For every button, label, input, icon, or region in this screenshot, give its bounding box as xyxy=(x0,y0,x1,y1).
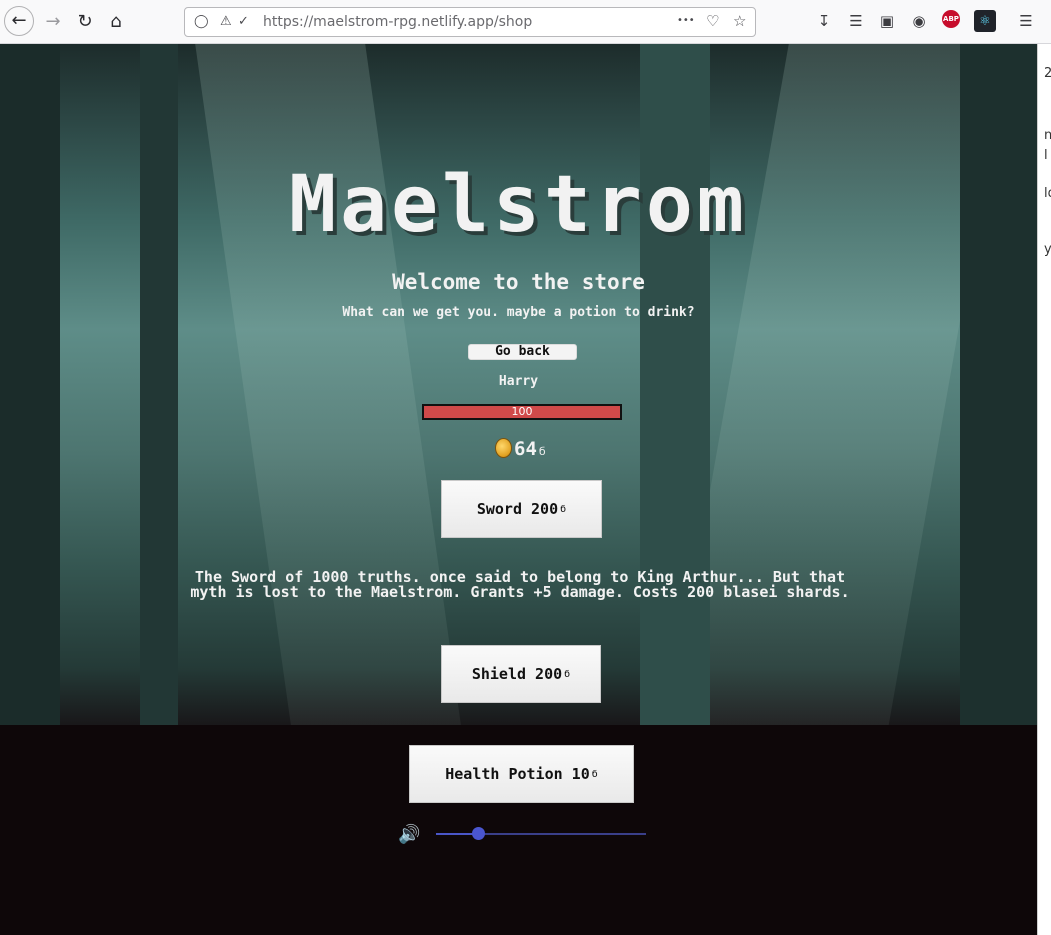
side-window-edge: 2 n l ld y xyxy=(1037,44,1051,935)
sword-description: The Sword of 1000 truths. once said to b… xyxy=(190,568,850,601)
reload-icon[interactable]: ↻ xyxy=(70,7,100,37)
currency-symbol: б xyxy=(538,445,546,458)
forward-arrow-icon[interactable]: → xyxy=(38,7,68,37)
currency-symbol: б xyxy=(591,768,598,780)
browser-toolbar: ← → ↻ ⌂ ◯ ⚠ ✓ https://maelstrom-rpg.netl… xyxy=(0,0,1051,44)
background-tree xyxy=(640,44,710,804)
health-bar: 100 xyxy=(422,404,622,420)
library-icon[interactable]: ☰ xyxy=(845,10,867,32)
game-page: Maelstrom Welcome to the store What can … xyxy=(0,44,1037,935)
pocket-icon[interactable]: ♡ xyxy=(706,12,719,30)
go-back-button[interactable]: Go back xyxy=(468,344,577,360)
volume-control: 🔊 xyxy=(398,824,648,846)
home-icon[interactable]: ⌂ xyxy=(101,7,131,37)
hamburger-menu-icon[interactable]: ☰ xyxy=(1015,10,1037,32)
side-text: l xyxy=(1044,148,1048,163)
store-tagline: What can we get you. maybe a potion to d… xyxy=(342,305,695,320)
page-actions-icon[interactable]: ••• xyxy=(677,15,695,26)
url-text[interactable]: https://maelstrom-rpg.netlify.app/shop xyxy=(263,14,532,30)
currency-symbol: б xyxy=(560,503,567,515)
adblock-plus-icon[interactable]: ABP xyxy=(942,10,960,28)
health-potion-buy-label: Health Potion 10 xyxy=(445,765,590,783)
side-text: n xyxy=(1044,128,1051,143)
game-title: Maelstrom xyxy=(289,160,748,250)
shield-buy-button[interactable]: Shield 200 б xyxy=(441,645,601,703)
react-devtools-icon[interactable]: ⚛ xyxy=(974,10,996,32)
volume-slider[interactable] xyxy=(436,833,646,835)
volume-slider-thumb[interactable] xyxy=(472,827,485,840)
gold-amount: 64 xyxy=(514,438,537,460)
shield-buy-label: Shield 200 xyxy=(471,665,563,683)
coin-icon xyxy=(495,438,512,458)
bookmark-star-icon[interactable]: ☆ xyxy=(733,12,746,30)
health-potion-buy-button[interactable]: Health Potion 10 б xyxy=(409,745,634,803)
account-icon[interactable]: ◉ xyxy=(908,10,930,32)
back-arrow-icon[interactable]: ← xyxy=(4,6,34,36)
url-bar[interactable]: ◯ ⚠ ✓ https://maelstrom-rpg.netlify.app/… xyxy=(184,7,756,37)
side-text: y xyxy=(1044,242,1051,257)
health-value: 100 xyxy=(511,405,533,418)
gold-display: 64 б xyxy=(495,436,546,460)
permissions-icon[interactable]: ✓ xyxy=(238,14,249,29)
player-name: Harry xyxy=(498,374,539,389)
side-text: ld xyxy=(1044,186,1051,201)
speaker-icon[interactable]: 🔊 xyxy=(398,824,420,846)
sidebar-icon[interactable]: ▣ xyxy=(876,10,898,32)
sword-buy-button[interactable]: Sword 200 б xyxy=(441,480,602,538)
currency-symbol: б xyxy=(564,668,571,680)
background-tree xyxy=(140,44,178,744)
shield-icon[interactable]: ◯ xyxy=(194,14,209,29)
lock-warning-icon[interactable]: ⚠ xyxy=(220,14,232,29)
sword-buy-label: Sword 200 xyxy=(476,500,559,518)
side-text: 2 xyxy=(1044,66,1051,81)
download-icon[interactable]: ↧ xyxy=(813,10,835,32)
store-welcome-heading: Welcome to the store xyxy=(392,270,645,294)
